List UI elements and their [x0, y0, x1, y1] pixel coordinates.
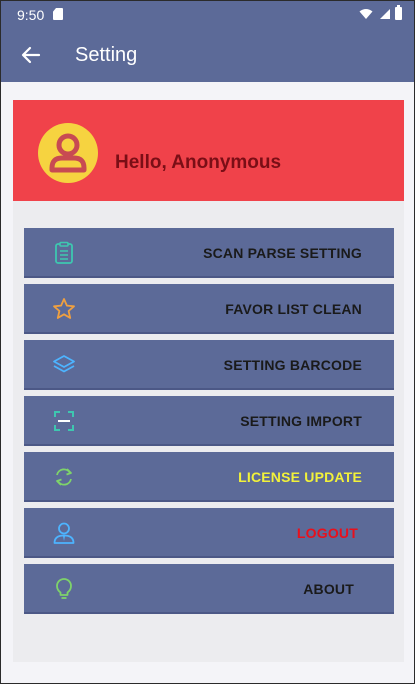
menu-item-label: LICENSE UPDATE [238, 469, 362, 485]
user-icon [53, 522, 75, 544]
layers-icon [53, 355, 75, 373]
status-time: 9:50 [17, 7, 45, 23]
menu-item-setting-barcode[interactable]: SETTING BARCODE [24, 340, 394, 390]
menu-item-label: LOGOUT [296, 525, 358, 541]
settings-menu: SCAN PARSE SETTING FAVOR LIST CLEAN SETT… [24, 228, 394, 620]
profile-header: Hello, Anonymous [13, 100, 404, 201]
menu-item-label: SETTING IMPORT [240, 413, 362, 429]
menu-item-scan-parse-setting[interactable]: SCAN PARSE SETTING [24, 228, 394, 278]
battery-icon [395, 5, 402, 20]
page-title: Setting [75, 44, 138, 66]
menu-item-label: FAVOR LIST CLEAN [225, 301, 362, 317]
status-bar: 9:50 [1, 1, 414, 29]
lightbulb-icon [56, 578, 72, 599]
menu-item-label: ABOUT [303, 581, 354, 597]
greeting-text: Hello, Anonymous [115, 152, 282, 173]
wifi-icon [359, 8, 373, 19]
menu-item-license-update[interactable]: LICENSE UPDATE [24, 452, 394, 502]
menu-item-favor-list-clean[interactable]: FAVOR LIST CLEAN [24, 284, 394, 334]
menu-item-setting-import[interactable]: SETTING IMPORT [24, 396, 394, 446]
app-bar: Setting [1, 29, 414, 82]
avatar-icon [38, 123, 98, 183]
menu-item-label: SETTING BARCODE [223, 357, 362, 373]
status-icons [359, 5, 402, 20]
scan-frame-icon [54, 411, 74, 431]
sd-card-icon [53, 8, 63, 20]
star-icon [53, 298, 75, 319]
back-arrow-icon[interactable] [19, 43, 43, 67]
clipboard-icon [55, 241, 73, 264]
menu-item-label: SCAN PARSE SETTING [203, 245, 362, 261]
menu-item-logout[interactable]: LOGOUT [24, 508, 394, 558]
signal-icon [380, 8, 390, 19]
app-frame: 9:50 Setting Hello, Anonymous SCAN PARSE… [0, 0, 415, 684]
refresh-icon [56, 468, 72, 486]
settings-panel: Hello, Anonymous SCAN PARSE SETTING FAVO… [13, 100, 404, 662]
menu-item-about[interactable]: ABOUT [24, 564, 394, 614]
